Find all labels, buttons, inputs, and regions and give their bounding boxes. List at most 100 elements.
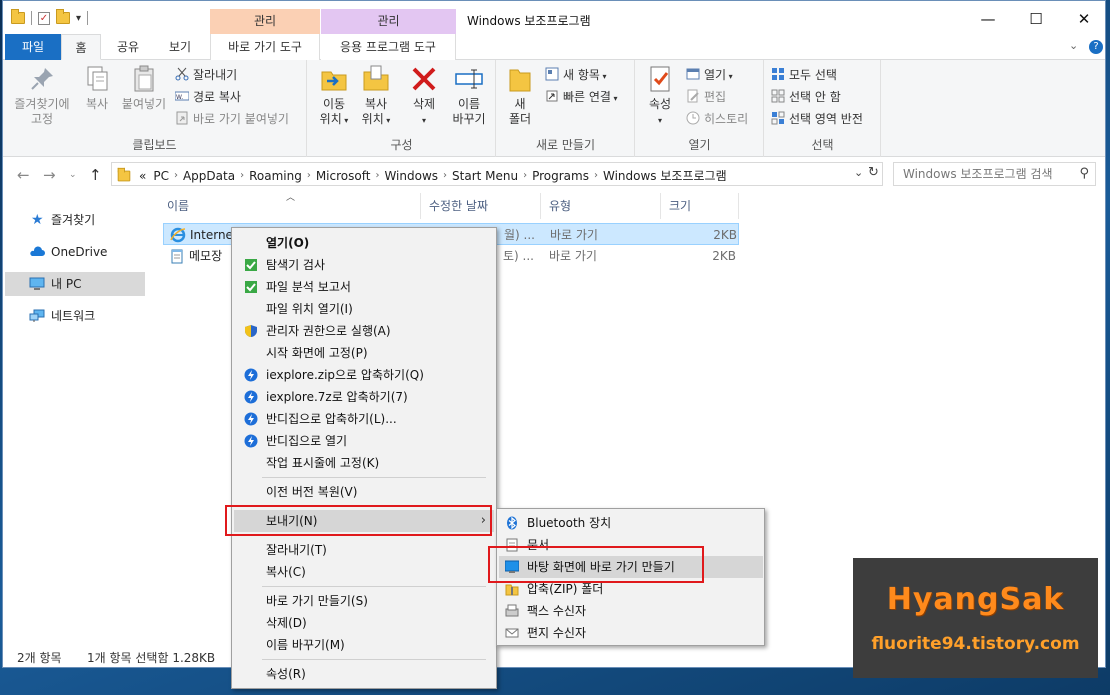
history-button[interactable]: 히스토리 — [686, 109, 748, 129]
copy-path-button[interactable]: W. 경로 복사 — [175, 87, 241, 107]
copy-to-button[interactable]: 복사 위치 ▾ — [356, 64, 396, 128]
select-all-button[interactable]: 모두 선택 — [771, 65, 837, 85]
breadcrumb-item[interactable]: Microsoft — [311, 169, 376, 183]
close-button[interactable]: ✕ — [1061, 5, 1105, 33]
copy-button[interactable]: 복사 — [79, 64, 115, 112]
menu-item-pin-taskbar[interactable]: 작업 표시줄에 고정(K) — [234, 452, 494, 474]
nav-item-onedrive[interactable]: OneDrive — [5, 240, 145, 264]
copy-to-label-line1: 복사 — [364, 97, 388, 111]
address-dropdown-icon[interactable]: ⌄ — [854, 166, 863, 179]
refresh-icon[interactable]: ↻ — [868, 165, 879, 180]
menu-item-create-shortcut[interactable]: 바로 가기 만들기(S) — [234, 590, 494, 612]
new-folder-icon[interactable] — [56, 9, 70, 24]
tab-file[interactable]: 파일 — [5, 34, 61, 60]
easy-access-button[interactable]: 빠른 연결 ▾ — [545, 87, 618, 107]
menu-item-run-as-admin[interactable]: 관리자 권한으로 실행(A) — [234, 320, 494, 342]
nav-item-quick-access[interactable]: ★ 즐겨찾기 — [5, 208, 145, 232]
send-to-mail[interactable]: 편지 수신자 — [499, 622, 763, 644]
menu-item-properties[interactable]: 속성(R) — [234, 663, 494, 685]
menu-separator — [262, 477, 486, 478]
customize-dropdown-icon[interactable]: ▾ — [76, 13, 81, 24]
window-title: Windows 보조프로그램 — [467, 14, 591, 28]
menu-item-label: 반디집으로 열기 — [266, 434, 348, 448]
tab-app-tools[interactable]: 응용 프로그램 도구 — [321, 34, 456, 60]
tab-view[interactable]: 보기 — [159, 34, 201, 60]
column-header-size[interactable]: 크기 — [663, 193, 739, 219]
move-to-label-line1: 이동 — [322, 97, 346, 111]
menu-item-open[interactable]: 열기(O) — [234, 232, 494, 254]
menu-item-restore-versions[interactable]: 이전 버전 복원(V) — [234, 481, 494, 503]
recent-locations-icon[interactable]: ⌄ — [69, 170, 77, 180]
menu-item-copy[interactable]: 복사(C) — [234, 561, 494, 583]
breadcrumb-item[interactable]: AppData — [178, 169, 240, 183]
menu-item-label: 열기(O) — [266, 236, 310, 250]
edit-label: 편집 — [704, 90, 727, 104]
properties-check-icon[interactable]: ✓ — [38, 11, 50, 25]
menu-item-explorer-scan[interactable]: 탐색기 검사 — [234, 254, 494, 276]
antivirus-icon — [245, 259, 257, 271]
zip-folder-icon — [505, 584, 519, 596]
open-button[interactable]: 열기 ▾ — [686, 65, 733, 85]
column-header-type[interactable]: 유형 — [543, 193, 661, 219]
menu-item-bandizip-compress[interactable]: 반디집으로 압축하기(L)... — [234, 408, 494, 430]
pin-to-quick-access-button[interactable]: 즐겨찾기에 고정 — [9, 64, 75, 127]
address-box[interactable]: « PC › AppData › Roaming › Microsoft › Windo… — [111, 162, 883, 186]
paste-icon — [134, 65, 154, 92]
nav-item-this-pc[interactable]: 내 PC — [5, 272, 145, 296]
menu-item-compress-zip[interactable]: iexplore.zip으로 압축하기(Q) — [234, 364, 494, 386]
highlight-desktop-shortcut — [488, 546, 704, 583]
new-folder-button[interactable]: 새 폴더 — [503, 64, 537, 127]
tab-shortcut-tools[interactable]: 바로 가기 도구 — [210, 34, 320, 60]
move-to-button[interactable]: 이동 위치 ▾ — [314, 64, 354, 128]
folder-icon[interactable] — [11, 9, 25, 24]
minimize-button[interactable]: — — [965, 5, 1011, 33]
maximize-button[interactable]: ☐ — [1013, 5, 1059, 33]
paste-button[interactable]: 붙여넣기 — [119, 64, 169, 112]
nav-item-network[interactable]: 네트워크 — [5, 304, 145, 328]
forward-arrow-icon[interactable]: → — [43, 166, 56, 184]
menu-item-open-file-location[interactable]: 파일 위치 열기(I) — [234, 298, 494, 320]
column-header-date[interactable]: 수정한 날짜 — [423, 193, 541, 219]
help-icon[interactable]: ? — [1089, 40, 1103, 54]
search-icon[interactable]: ⚲ — [1079, 163, 1089, 185]
menu-item-file-analysis[interactable]: 파일 분석 보고서 — [234, 276, 494, 298]
edit-icon — [687, 89, 699, 103]
column-header-name[interactable]: 이름 — [161, 193, 421, 219]
star-icon: ★ — [31, 212, 44, 228]
send-to-bluetooth[interactable]: Bluetooth 장치 — [499, 512, 763, 534]
send-to-fax[interactable]: 팩스 수신자 — [499, 600, 763, 622]
menu-item-compress-7z[interactable]: iexplore.7z로 압축하기(7) — [234, 386, 494, 408]
breadcrumb-item[interactable]: Windows — [379, 169, 443, 183]
invert-selection-button[interactable]: 선택 영역 반전 — [771, 109, 863, 129]
rename-button[interactable]: 이름 바꾸기 — [448, 64, 490, 127]
breadcrumb-overflow[interactable]: « — [137, 169, 148, 183]
menu-item-delete[interactable]: 삭제(D) — [234, 612, 494, 634]
open-icon — [686, 68, 700, 80]
up-arrow-icon[interactable]: ↑ — [89, 166, 102, 184]
select-none-button[interactable]: 선택 안 함 — [771, 87, 841, 107]
breadcrumb-item[interactable]: Programs — [527, 169, 594, 183]
menu-item-pin-to-start[interactable]: 시작 화면에 고정(P) — [234, 342, 494, 364]
menu-item-bandizip-open[interactable]: 반디집으로 열기 — [234, 430, 494, 452]
back-arrow-icon[interactable]: ← — [17, 166, 30, 184]
tab-share[interactable]: 공유 — [107, 34, 149, 60]
new-item-button[interactable]: 새 항목 ▾ — [545, 65, 607, 85]
tab-home[interactable]: 홈 — [61, 34, 101, 60]
scissors-icon — [175, 67, 189, 81]
menu-item-cut[interactable]: 잘라내기(T) — [234, 539, 494, 561]
breadcrumb-item[interactable]: Roaming — [244, 169, 307, 183]
menu-item-rename[interactable]: 이름 바꾸기(M) — [234, 634, 494, 656]
delete-button[interactable]: 삭제 ▾ — [406, 64, 442, 128]
menu-item-label: 탐색기 검사 — [266, 258, 326, 272]
breadcrumb-item-current[interactable]: Windows 보조프로그램 — [598, 167, 732, 184]
properties-button[interactable]: 속성 ▾ — [642, 64, 678, 128]
ribbon-expand-icon[interactable]: ⌄ — [1069, 39, 1078, 52]
breadcrumb-item[interactable]: Start Menu — [447, 169, 523, 183]
edit-button[interactable]: 편집 — [686, 87, 726, 107]
search-input[interactable]: Windows 보조프로그램 검색 ⚲ — [893, 162, 1096, 186]
cut-button[interactable]: 잘라내기 — [175, 65, 237, 85]
paste-shortcut-icon — [176, 111, 188, 125]
paste-shortcut-button[interactable]: 바로 가기 붙여넣기 — [175, 109, 289, 129]
breadcrumb-item[interactable]: PC — [148, 169, 174, 183]
ribbon-group-clipboard: 즐겨찾기에 고정 복사 붙여넣기 잘라내기 W. 경로 복사 바로 가기 붙여넣기… — [3, 60, 307, 157]
